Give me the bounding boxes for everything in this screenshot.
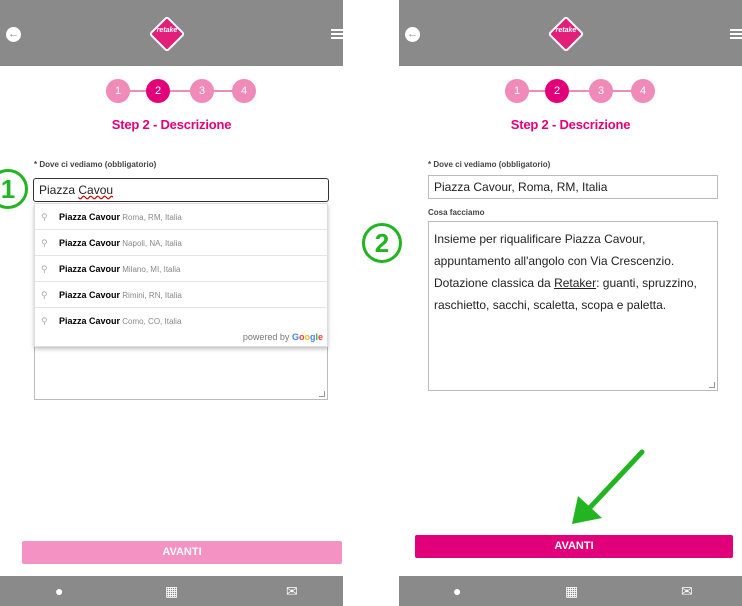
hamburger-menu-icon[interactable] xyxy=(730,29,742,40)
map-pin-icon: ⚲ xyxy=(41,290,48,300)
where-label: * Dove ci vediamo (obbligatorio) xyxy=(428,160,551,169)
top-bar: ← retake xyxy=(399,0,742,66)
logo xyxy=(547,15,585,53)
suggestion-main: Piazza Cavour xyxy=(59,212,121,222)
suggestion-secondary: Roma, RM, Italia xyxy=(122,213,182,222)
suggestion-main: Piazza Cavour xyxy=(59,238,121,248)
google-letter: e xyxy=(317,332,323,342)
suggestion-item[interactable]: ⚲ Piazza Cavour Napoli, NA, Italia xyxy=(35,230,327,256)
user-icon[interactable]: ● xyxy=(453,584,461,598)
powered-by-text: powered by xyxy=(242,332,290,342)
where-input[interactable]: Piazza Cavour, Roma, RM, Italia xyxy=(428,175,718,199)
suggestion-item[interactable]: ⚲ Piazza Cavour Rimini, RN, Italia xyxy=(35,282,327,308)
top-bar: ← retake xyxy=(0,0,343,66)
step-3: 3 xyxy=(589,79,613,103)
calendar-icon[interactable]: ▦ xyxy=(165,584,178,598)
calendar-icon[interactable]: ▦ xyxy=(565,584,578,598)
step-1: 1 xyxy=(505,79,529,103)
map-pin-icon: ⚲ xyxy=(41,264,48,274)
google-letter: G xyxy=(291,332,299,342)
what-textarea[interactable]: Insieme per riqualificare Piazza Cavour,… xyxy=(428,221,718,391)
resize-handle[interactable] xyxy=(709,382,715,388)
bottom-nav: ● ▦ ✉ xyxy=(399,576,742,606)
map-pin-icon: ⚲ xyxy=(41,238,48,248)
what-label: Cosa facciamo xyxy=(428,208,485,217)
map-pin-icon: ⚲ xyxy=(41,316,48,326)
logo-text: retake xyxy=(555,27,577,34)
suggestion-secondary: Napoli, NA, Italia xyxy=(122,239,182,248)
where-label: * Dove ci vediamo (obbligatorio) xyxy=(34,160,157,169)
resize-handle[interactable] xyxy=(319,391,325,397)
what-text-b: Retaker xyxy=(554,276,597,290)
hamburger-menu-icon[interactable] xyxy=(331,29,343,40)
suggestion-main: Piazza Cavour xyxy=(59,290,121,300)
where-input-text-a: Piazza xyxy=(39,183,79,197)
suggestion-main: Piazza Cavour xyxy=(59,264,121,274)
step-title: Step 2 - Descrizione xyxy=(111,117,232,132)
avanti-button[interactable]: AVANTI xyxy=(22,541,342,564)
phone-screen-left: ← retake 1 2 3 4 Step 2 - Descrizione * … xyxy=(0,0,343,606)
user-icon[interactable]: ● xyxy=(55,584,63,598)
step-4: 4 xyxy=(232,79,256,103)
back-arrow-icon[interactable]: ← xyxy=(6,27,21,42)
step-2: 2 xyxy=(146,79,170,103)
suggestion-secondary: Milano, MI, Italia xyxy=(122,265,181,274)
bottom-nav: ● ▦ ✉ xyxy=(0,576,343,606)
logo xyxy=(148,15,186,53)
suggestion-item[interactable]: ⚲ Piazza Cavour Roma, RM, Italia xyxy=(35,204,327,230)
where-input[interactable]: Piazza Cavou xyxy=(33,178,329,202)
suggestion-secondary: Como, CO, Italia xyxy=(122,317,182,326)
envelope-icon[interactable]: ✉ xyxy=(286,584,298,598)
stepper: 1 2 3 4 xyxy=(106,79,256,103)
suggestion-item[interactable]: ⚲ Piazza Cavour Milano, MI, Italia xyxy=(35,256,327,282)
annotation-arrow xyxy=(572,449,645,524)
suggestion-main: Piazza Cavour xyxy=(59,316,121,326)
avanti-button[interactable]: AVANTI xyxy=(415,535,733,558)
step-4: 4 xyxy=(631,79,655,103)
stepper: 1 2 3 4 xyxy=(505,79,655,103)
where-input-text-b: Cavou xyxy=(78,183,114,197)
map-pin-icon: ⚲ xyxy=(41,212,48,222)
autocomplete-dropdown: ⚲ Piazza Cavour Roma, RM, Italia ⚲ Piazza … xyxy=(34,203,328,347)
powered-by-google: powered by Google xyxy=(243,332,323,342)
logo-text: retake xyxy=(156,27,178,34)
envelope-icon[interactable]: ✉ xyxy=(681,584,693,598)
step-1: 1 xyxy=(106,79,130,103)
suggestion-item[interactable]: ⚲ Piazza Cavour Como, CO, Italia xyxy=(35,308,327,334)
step-3: 3 xyxy=(190,79,214,103)
suggestion-secondary: Rimini, RN, Italia xyxy=(122,291,182,300)
step-2: 2 xyxy=(545,79,569,103)
annotation-2: 2 xyxy=(362,223,402,263)
step-title: Step 2 - Descrizione xyxy=(510,117,631,132)
back-arrow-icon[interactable]: ← xyxy=(405,27,420,42)
